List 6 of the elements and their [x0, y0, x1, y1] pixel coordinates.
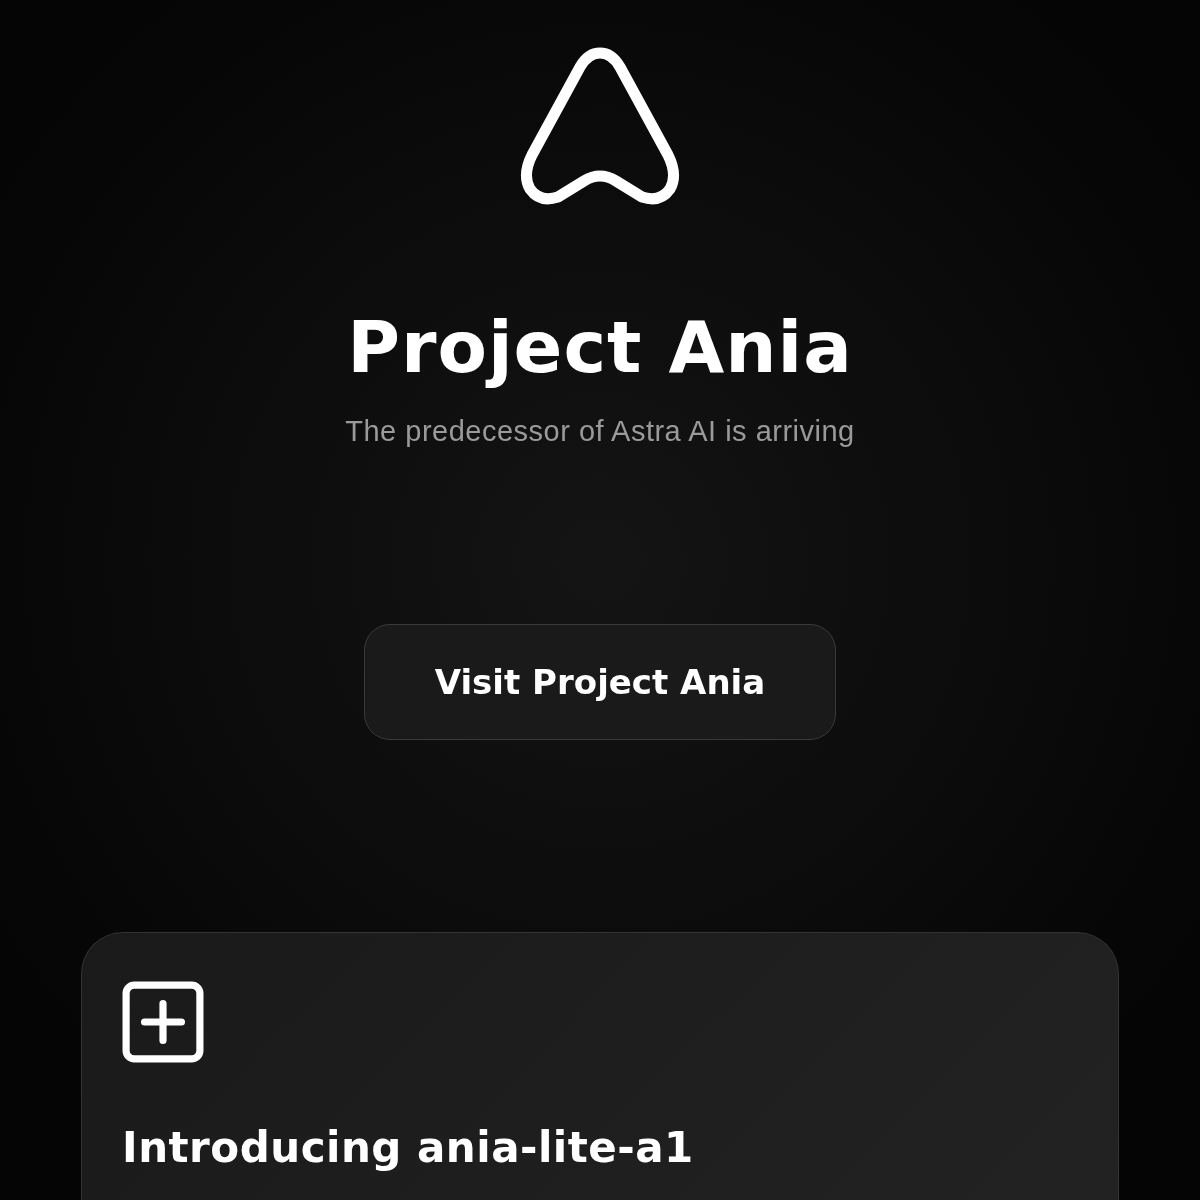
plus-square-icon [122, 981, 204, 1063]
visit-button[interactable]: Visit Project Ania [364, 624, 836, 740]
subtitle: The predecessor of Astra AI is arriving [345, 415, 855, 448]
card-heading: Introducing ania-lite-a1 [122, 1123, 694, 1172]
page-title: Project Ania [347, 307, 853, 387]
logo-icon [518, 45, 682, 207]
